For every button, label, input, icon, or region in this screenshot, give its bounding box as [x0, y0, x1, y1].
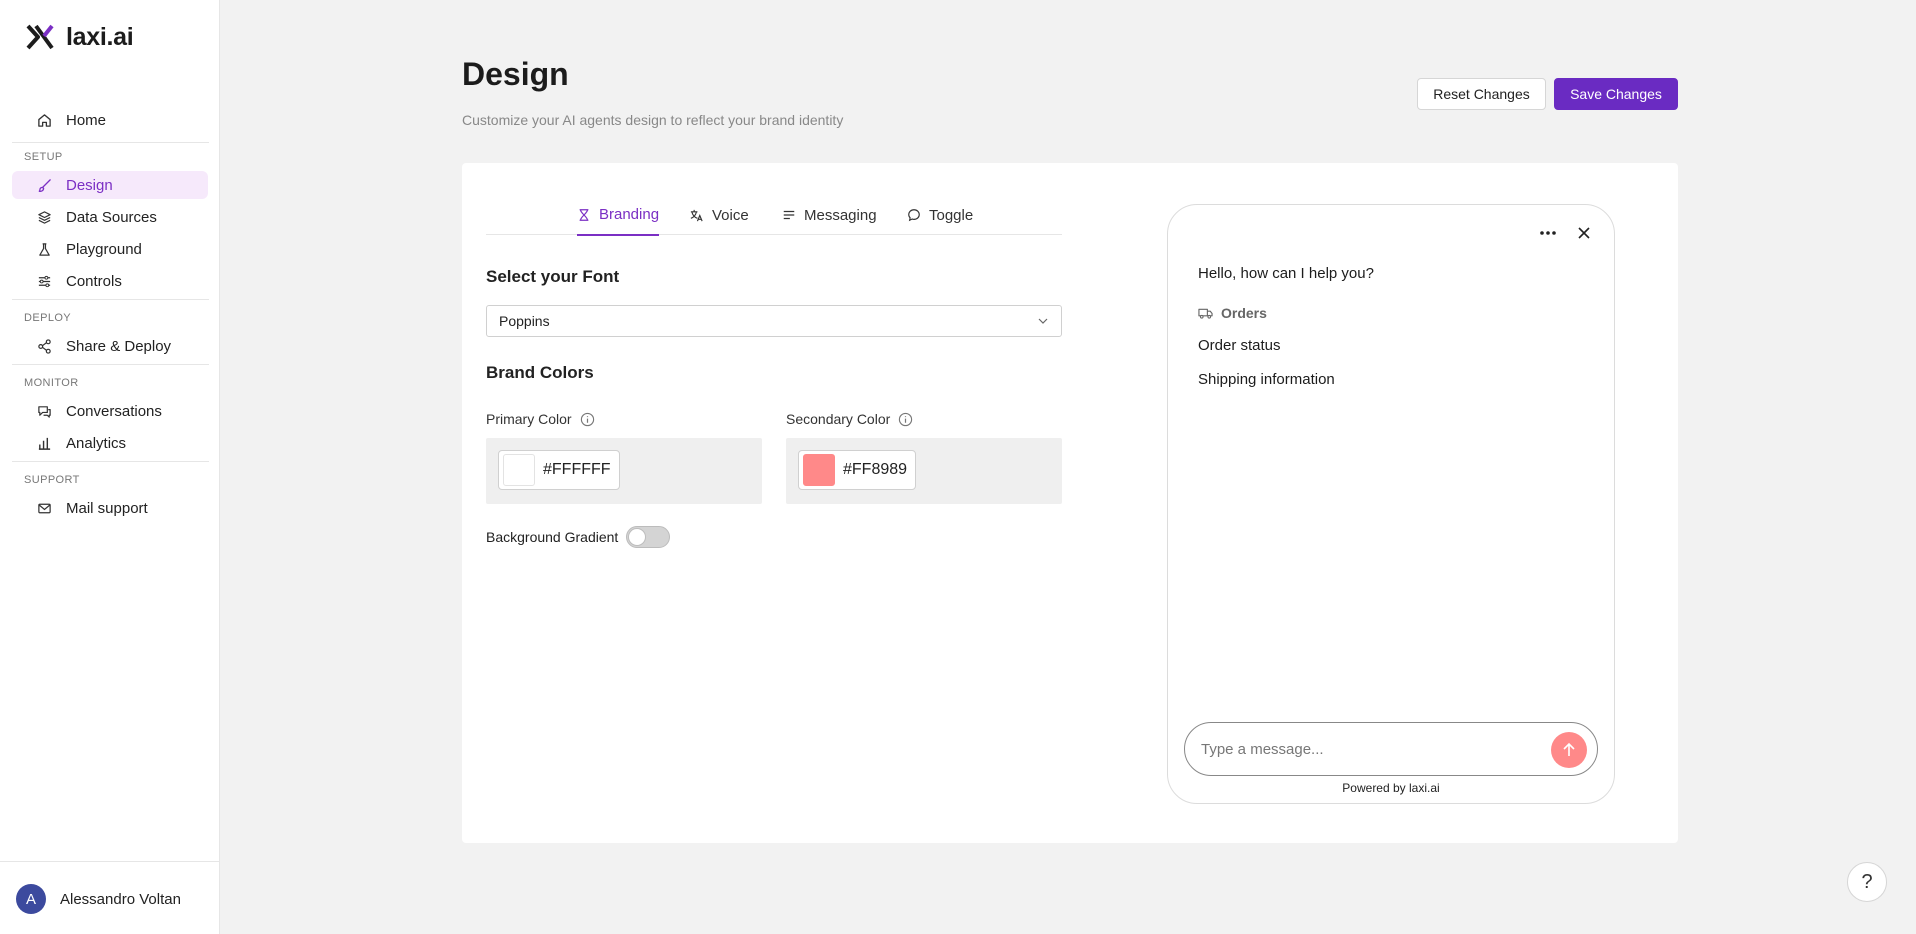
arrow-up-icon [1563, 742, 1575, 756]
section-label-support: SUPPORT [24, 474, 80, 486]
font-heading: Select your Font [486, 267, 620, 286]
primary-color-picker[interactable]: #FFFFFF [498, 450, 620, 490]
page-title: Design [462, 56, 569, 92]
chat-option[interactable]: Shipping information [1198, 371, 1335, 388]
sidebar-item-mail-support[interactable]: Mail support [12, 494, 208, 522]
info-icon[interactable] [580, 412, 595, 427]
section-label-setup: SETUP [24, 151, 63, 163]
sidebar-divider [12, 142, 209, 143]
tab-label: Toggle [929, 206, 974, 224]
close-icon[interactable] [1572, 221, 1596, 245]
user-name: Alessandro Voltan [60, 890, 181, 908]
brand-logo[interactable]: laxi.ai [26, 22, 134, 52]
sidebar-item-label: Conversations [66, 402, 162, 420]
background-gradient-toggle[interactable] [626, 526, 671, 548]
sidebar-item-label: Controls [66, 272, 122, 290]
primary-color-value: #FFFFFF [543, 461, 611, 478]
reset-changes-button[interactable]: Reset Changes [1417, 78, 1546, 110]
sidebar-item-design[interactable]: Design [12, 171, 208, 199]
flask-icon [36, 241, 52, 257]
chat-bubbles-icon [36, 403, 52, 419]
sidebar-item-label: Analytics [66, 434, 127, 452]
chat-greeting: Hello, how can I help you? [1198, 265, 1374, 282]
truck-icon [1198, 308, 1213, 319]
sidebar-item-label: Playground [66, 240, 142, 258]
home-icon [36, 112, 52, 128]
font-select-value: Poppins [499, 313, 550, 329]
toggle-knob [628, 528, 647, 546]
chat-preview: Hello, how can I help you? Orders Order … [1167, 204, 1615, 804]
brand-colors-heading: Brand Colors [486, 363, 594, 382]
chat-input-placeholder: Type a message... [1201, 740, 1324, 758]
font-select[interactable]: Poppins [486, 305, 1062, 337]
design-card: Branding Voice Messaging Toggle Select y… [462, 163, 1678, 843]
sliders-icon [36, 273, 52, 289]
tab-voice[interactable]: Voice [689, 195, 749, 235]
user-profile[interactable]: A Alessandro Voltan [16, 884, 181, 914]
hourglass-icon [579, 208, 589, 221]
secondary-color-value: #FF8989 [843, 461, 908, 478]
primary-color-panel: #FFFFFF [486, 438, 762, 504]
brush-icon [36, 177, 52, 193]
chat-message-input[interactable]: Type a message... [1184, 722, 1598, 776]
text-lines-icon [783, 210, 795, 220]
sidebar-item-label: Share & Deploy [66, 337, 172, 355]
chat-bubble-icon [908, 209, 920, 222]
sidebar-item-analytics[interactable]: Analytics [12, 429, 208, 457]
share-icon [36, 338, 52, 354]
background-gradient-row: Background Gradient [486, 526, 671, 548]
sidebar-item-playground[interactable]: Playground [12, 235, 208, 263]
brand-name: laxi.ai [66, 22, 134, 51]
sidebar-divider [12, 461, 209, 462]
sidebar: laxi.ai Home SETUP Design Data Sources P… [0, 0, 220, 934]
primary-color-label-text: Primary Color [486, 411, 572, 427]
secondary-color-picker[interactable]: #FF8989 [798, 450, 917, 490]
chat-category-label: Orders [1221, 305, 1267, 321]
sidebar-divider [12, 299, 209, 300]
tab-label: Messaging [804, 206, 877, 224]
help-button[interactable]: ? [1847, 862, 1887, 902]
send-button[interactable] [1551, 732, 1587, 768]
save-changes-button[interactable]: Save Changes [1554, 78, 1678, 110]
powered-by: Powered by laxi.ai [1342, 781, 1440, 795]
chat-category: Orders [1198, 305, 1267, 321]
secondary-color-panel: #FF8989 [786, 438, 1062, 504]
sidebar-item-label: Home [66, 111, 107, 129]
sidebar-item-conversations[interactable]: Conversations [12, 397, 208, 425]
secondary-color-label: Secondary Color [786, 411, 913, 427]
tab-branding[interactable]: Branding [577, 195, 660, 236]
chevron-down-icon [1038, 318, 1048, 324]
sidebar-item-controls[interactable]: Controls [12, 267, 208, 295]
sidebar-item-home[interactable]: Home [12, 106, 208, 134]
sidebar-item-label: Mail support [66, 499, 148, 517]
sidebar-divider [12, 364, 209, 365]
background-gradient-label: Background Gradient [486, 529, 619, 545]
section-label-monitor: MONITOR [24, 377, 79, 389]
tab-label: Branding [599, 206, 660, 223]
tab-toggle[interactable]: Toggle [907, 195, 973, 235]
bar-chart-icon [36, 435, 52, 451]
mail-icon [36, 500, 52, 516]
page-subtitle: Customize your AI agents design to refle… [462, 112, 844, 128]
laxi-logo-icon [26, 24, 54, 50]
chat-option[interactable]: Order status [1198, 337, 1281, 354]
secondary-color-swatch [803, 454, 835, 486]
sidebar-divider [0, 861, 220, 862]
more-options-icon[interactable] [1536, 221, 1560, 245]
secondary-color-label-text: Secondary Color [786, 411, 891, 427]
primary-color-swatch [503, 454, 535, 486]
primary-color-label: Primary Color [486, 411, 595, 427]
sidebar-item-data-sources[interactable]: Data Sources [12, 203, 208, 231]
sidebar-item-label: Design [66, 176, 113, 194]
section-label-deploy: DEPLOY [24, 312, 72, 324]
sidebar-item-share-deploy[interactable]: Share & Deploy [12, 332, 208, 360]
info-icon[interactable] [898, 412, 913, 427]
tab-messaging[interactable]: Messaging [782, 195, 877, 235]
tab-label: Voice [712, 206, 749, 224]
translate-icon [690, 209, 703, 221]
design-tabs: Branding Voice Messaging Toggle [486, 195, 1062, 236]
sidebar-item-label: Data Sources [66, 208, 157, 226]
avatar: A [16, 884, 46, 914]
database-icon [36, 209, 52, 225]
